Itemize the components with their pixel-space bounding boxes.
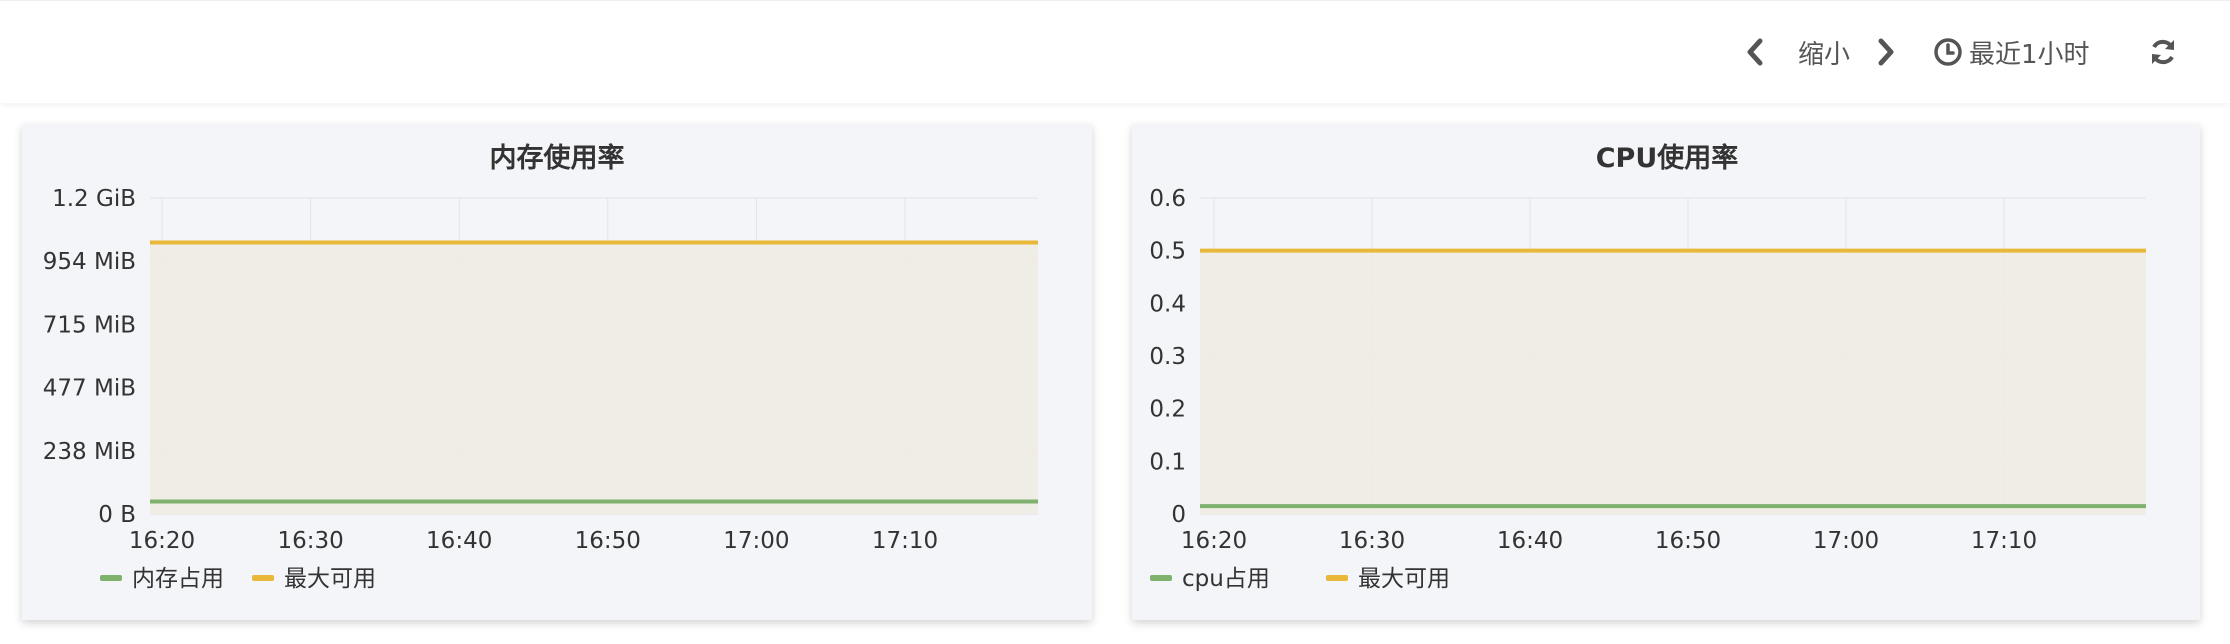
y-tick-label: 1.2 GiB: [52, 186, 136, 212]
y-tick-label: 0: [1171, 502, 1186, 528]
memory-usage-panel: 内存使用率 0 B 238 MiB 477 MiB 715 MiB 954 MiB 1.2 …: [22, 124, 1092, 620]
x-tick-label: 16:20: [129, 528, 195, 554]
series-fill-max: [1200, 250, 2146, 514]
x-tick-label: 17:00: [1813, 528, 1879, 554]
clock-icon: [1934, 38, 1962, 66]
x-tick-label: 16:30: [1339, 528, 1405, 554]
refresh-icon: [2152, 39, 2174, 65]
chevron-right-icon: [1878, 38, 1894, 66]
memory-usage-chart: 内存使用率 0 B 238 MiB 477 MiB 715 MiB 954 MiB 1.2 …: [43, 142, 1038, 592]
refresh-button[interactable]: [2147, 27, 2179, 77]
x-tick-label: 16:40: [426, 528, 492, 554]
y-tick-label: 0.3: [1149, 344, 1186, 370]
legend-swatch: [252, 575, 274, 581]
legend-swatch: [1150, 575, 1172, 581]
x-tick-label: 16:20: [1181, 528, 1247, 554]
chart-title: 内存使用率: [490, 142, 625, 174]
zoom-out-button[interactable]: 缩小: [1798, 27, 1850, 77]
legend-label: 最大可用: [1358, 566, 1450, 592]
y-tick-label: 238 MiB: [43, 439, 136, 465]
y-tick-label: 0.4: [1149, 291, 1186, 317]
legend-swatch: [100, 575, 122, 581]
legend-label: 最大可用: [284, 566, 376, 592]
chart-title: CPU使用率: [1596, 142, 1739, 174]
x-tick-label: 16:50: [1655, 528, 1721, 554]
y-tick-label: 0.2: [1149, 397, 1186, 423]
x-tick-label: 16:40: [1497, 528, 1563, 554]
x-tick-label: 17:10: [1971, 528, 2037, 554]
legend-label: 内存占用: [132, 566, 224, 592]
time-range-picker[interactable]: 最近1小时: [1933, 27, 2090, 77]
y-tick-label: 0.1: [1149, 449, 1186, 475]
x-tick-label: 16:50: [575, 528, 641, 554]
chevron-left-icon: [1747, 38, 1763, 66]
x-tick-label: 16:30: [277, 528, 343, 554]
series-fill-max: [150, 242, 1038, 514]
cpu-usage-chart: CPU使用率 0 0.1 0.2 0.3 0.4 0.5 0.6 16:20 16:30 16:40…: [1149, 142, 2146, 592]
toolbar: 缩小 最近1小时: [0, 0, 2230, 103]
y-tick-label: 715 MiB: [43, 312, 136, 338]
x-tick-label: 17:10: [872, 528, 938, 554]
y-tick-label: 954 MiB: [43, 249, 136, 275]
legend-label: cpu占用: [1182, 566, 1270, 592]
y-tick-label: 0.5: [1149, 239, 1186, 265]
zoom-out-label: 缩小: [1798, 39, 1851, 70]
zoom-prev-button[interactable]: [1744, 27, 1766, 77]
time-range-label: 最近1小时: [1969, 39, 2090, 70]
y-tick-label: 0.6: [1149, 186, 1186, 212]
y-tick-label: 477 MiB: [43, 376, 136, 402]
legend-swatch: [1326, 575, 1348, 581]
zoom-next-button[interactable]: [1875, 27, 1897, 77]
cpu-usage-panel: CPU使用率 0 0.1 0.2 0.3 0.4 0.5 0.6 16:20 16:30 16:40…: [1132, 124, 2200, 620]
x-tick-label: 17:00: [723, 528, 789, 554]
y-tick-label: 0 B: [98, 502, 136, 528]
